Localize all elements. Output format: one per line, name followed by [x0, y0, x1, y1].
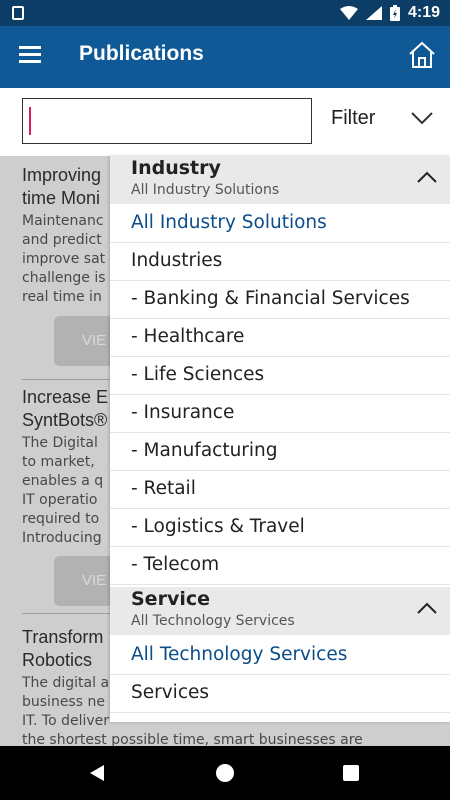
- status-time: 4:19: [407, 4, 440, 21]
- option-life-sciences[interactable]: - Life Sciences: [110, 357, 450, 395]
- option-label: - Banking & Financial Services: [131, 288, 410, 309]
- option-label: - Retail: [131, 478, 196, 499]
- option-label: - Life Sciences: [131, 364, 265, 385]
- group-title: Service: [131, 588, 210, 610]
- option-manufacturing[interactable]: - Manufacturing: [110, 433, 450, 471]
- option-label: - Telecom: [131, 554, 220, 575]
- back-icon[interactable]: [90, 765, 104, 781]
- status-icons: 4:19: [339, 3, 440, 23]
- option-services[interactable]: Services: [110, 675, 450, 713]
- status-bar: 4:19: [0, 0, 450, 26]
- group-header-service[interactable]: Service All Technology Services: [110, 587, 450, 635]
- menu-icon[interactable]: [19, 46, 41, 64]
- option-insurance[interactable]: - Insurance: [110, 395, 450, 433]
- group-subtitle: All Industry Solutions: [131, 182, 280, 198]
- option-label: Services: [131, 682, 210, 703]
- option-all-technology-services[interactable]: All Technology Services: [110, 637, 450, 675]
- search-input[interactable]: [22, 98, 312, 144]
- home-icon[interactable]: [408, 40, 436, 70]
- option-all-industry-solutions[interactable]: All Industry Solutions: [110, 205, 450, 243]
- option-label: All Industry Solutions: [131, 212, 327, 233]
- option-telecom[interactable]: - Telecom: [110, 547, 450, 585]
- option-industries[interactable]: Industries: [110, 243, 450, 281]
- home-button-icon[interactable]: [216, 764, 234, 782]
- group-title: Industry: [131, 157, 221, 179]
- recents-icon[interactable]: [343, 765, 359, 781]
- wifi-icon: [339, 6, 358, 20]
- notification-icon: [12, 6, 24, 20]
- text-cursor: [29, 107, 31, 135]
- option-label: - Logistics & Travel: [131, 516, 305, 537]
- chevron-down-icon[interactable]: [410, 110, 434, 126]
- group-subtitle: All Technology Services: [131, 613, 295, 629]
- chevron-up-icon[interactable]: [416, 170, 438, 184]
- option-label: - Healthcare: [131, 326, 245, 347]
- filter-dropdown: Industry All Industry Solutions All Indu…: [110, 156, 450, 722]
- page-title: Publications: [79, 42, 204, 65]
- option-retail[interactable]: - Retail: [110, 471, 450, 509]
- option-label: - Insurance: [131, 402, 235, 423]
- option-label: Industries: [131, 250, 223, 271]
- option-label: - Manufacturing: [131, 440, 278, 461]
- signal-icon: [365, 6, 382, 20]
- option-logistics-travel[interactable]: - Logistics & Travel: [110, 509, 450, 547]
- option-banking[interactable]: - Banking & Financial Services: [110, 281, 450, 319]
- filter-label[interactable]: Filter: [331, 107, 375, 130]
- app-bar: Publications: [0, 26, 450, 88]
- option-healthcare[interactable]: - Healthcare: [110, 319, 450, 357]
- group-header-industry[interactable]: Industry All Industry Solutions: [110, 156, 450, 204]
- option-label: All Technology Services: [131, 644, 348, 665]
- chevron-up-icon[interactable]: [416, 601, 438, 615]
- battery-icon: [389, 5, 400, 21]
- search-row: Filter: [0, 88, 450, 156]
- system-nav-bar: [0, 746, 450, 800]
